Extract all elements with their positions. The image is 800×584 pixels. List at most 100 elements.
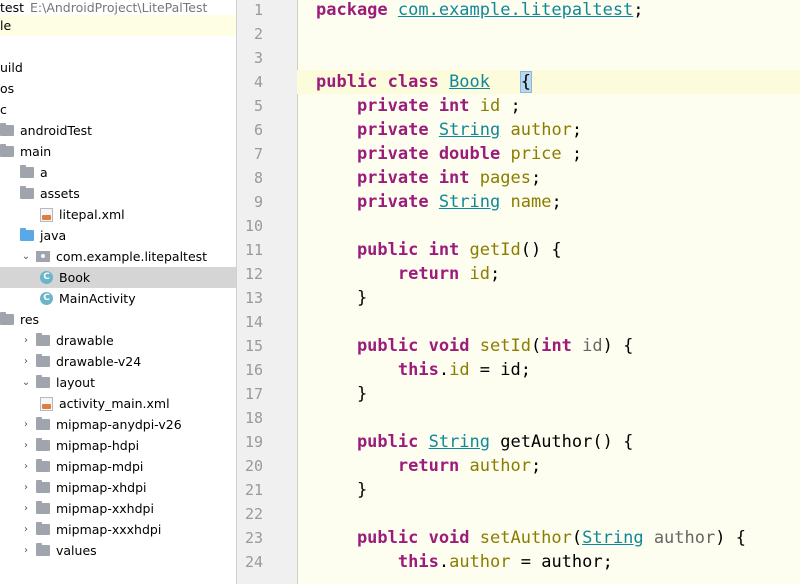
code-token: Book	[449, 72, 491, 92]
chevron-right-icon[interactable]: ›	[20, 498, 32, 519]
folder-icon	[36, 417, 50, 430]
line-number: 3	[253, 49, 263, 67]
tree-item[interactable]: c	[0, 99, 236, 120]
code-line[interactable]	[297, 310, 800, 334]
code-line[interactable]: public int getId() {	[297, 238, 800, 262]
code-line[interactable]	[297, 214, 800, 238]
code-line[interactable]: }	[297, 478, 800, 502]
chevron-right-icon[interactable]: ›	[20, 414, 32, 435]
chevron-right-icon[interactable]: ›	[20, 330, 32, 351]
folder-icon	[0, 123, 14, 136]
code-token: name	[510, 192, 552, 212]
tree-item-label: uild	[0, 60, 23, 75]
tree-item-label: c	[0, 102, 7, 117]
code-token: author	[449, 552, 511, 572]
tree-item-label: mipmap-xxxhdpi	[56, 522, 162, 537]
code-token: this	[316, 552, 439, 572]
tree-item[interactable]: › mipmap-hdpi	[0, 435, 236, 456]
code-token: ;	[530, 168, 542, 188]
folder-icon	[36, 543, 50, 556]
tree-item[interactable]: C MainActivity	[0, 288, 236, 309]
line-number: 13	[244, 289, 263, 307]
code-line[interactable]: this.author = author;	[297, 550, 800, 574]
line-number: 22	[244, 505, 263, 523]
chevron-down-icon[interactable]: ⌄	[20, 246, 32, 267]
code-line[interactable]: private String name;	[297, 190, 800, 214]
tree-item[interactable]: assets	[0, 183, 236, 204]
code-token: ;	[633, 0, 644, 20]
chevron-down-icon[interactable]: ⌄	[20, 372, 32, 393]
code-line[interactable]: }	[297, 382, 800, 406]
tree-item[interactable]: › mipmap-xhdpi	[0, 477, 236, 498]
project-tree-panel[interactable]: test E:\AndroidProject\LitePalTest le uil…	[0, 0, 237, 584]
tree-item[interactable]: C Book	[0, 267, 236, 288]
tree-item[interactable]: androidTest	[0, 120, 236, 141]
code-line[interactable]	[297, 502, 800, 526]
code-line[interactable]	[297, 22, 800, 46]
tree-item[interactable]: a	[0, 162, 236, 183]
code-line[interactable]	[297, 46, 800, 70]
chevron-right-icon[interactable]: ›	[20, 435, 32, 456]
code-token: ;	[561, 144, 583, 164]
code-line[interactable]: return author;	[297, 454, 800, 478]
code-token: .	[438, 360, 450, 380]
class-icon: C	[40, 292, 53, 305]
line-number: 2	[253, 25, 263, 43]
code-line[interactable]: public class Book {	[297, 70, 800, 94]
code-line[interactable]: public void setId(int id) {	[297, 334, 800, 358]
tree-item[interactable]: › mipmap-xxxhdpi	[0, 519, 236, 540]
code-line[interactable]: private int pages;	[297, 166, 800, 190]
tree-item-label: MainActivity	[59, 291, 136, 306]
tree-item[interactable]: java	[0, 225, 236, 246]
code-line[interactable]: }	[297, 286, 800, 310]
tree-item[interactable]: le	[0, 15, 236, 36]
tree-item[interactable]: › mipmap-xxhdpi	[0, 498, 236, 519]
tree-item[interactable]: os	[0, 78, 236, 99]
code-token: return	[316, 456, 470, 476]
code-token: }	[316, 288, 368, 308]
tree-item[interactable]: › mipmap-anydpi-v26	[0, 414, 236, 435]
tree-item[interactable]: res	[0, 309, 236, 330]
code-line[interactable]: this.id = id;	[297, 358, 800, 382]
tree-item[interactable]: uild	[0, 57, 236, 78]
code-line[interactable]: package com.example.litepaltest;	[297, 0, 800, 22]
code-token: int	[541, 336, 583, 356]
chevron-right-icon[interactable]: ›	[20, 540, 32, 561]
chevron-right-icon[interactable]: ›	[20, 519, 32, 540]
code-lines[interactable]: package com.example.litepaltest; public c…	[297, 0, 800, 584]
code-token: = id;	[469, 360, 531, 380]
chevron-right-icon[interactable]: ›	[20, 351, 32, 372]
chevron-right-icon[interactable]: ›	[20, 456, 32, 477]
tree-item[interactable]: ⌄ layout	[0, 372, 236, 393]
code-line[interactable]: public void setAuthor(String author) {	[297, 526, 800, 550]
tree-item[interactable]: › mipmap-mdpi	[0, 456, 236, 477]
tree-item[interactable]	[0, 36, 236, 57]
code-token: ) {	[602, 336, 634, 356]
project-root-row[interactable]: test E:\AndroidProject\LitePalTest	[0, 0, 236, 15]
code-line[interactable]: public String getAuthor() {	[297, 430, 800, 454]
code-token: price	[510, 144, 562, 164]
code-token: setId	[479, 336, 531, 356]
tree-item[interactable]: › drawable-v24	[0, 351, 236, 372]
tree-item[interactable]: main	[0, 141, 236, 162]
tree-item[interactable]: › values	[0, 540, 236, 561]
code-line[interactable]: private String author;	[297, 118, 800, 142]
line-number: 6	[253, 121, 263, 139]
tree-item[interactable]: litepal.xml	[0, 204, 236, 225]
code-line[interactable]: private int id ;	[297, 94, 800, 118]
code-line[interactable]	[297, 406, 800, 430]
folder-icon	[20, 186, 34, 199]
code-token: {	[519, 71, 533, 93]
tree-item-label: drawable	[56, 333, 114, 348]
code-token: id	[469, 264, 491, 284]
chevron-right-icon[interactable]: ›	[20, 477, 32, 498]
code-line[interactable]: private double price ;	[297, 142, 800, 166]
tree-item[interactable]: › drawable	[0, 330, 236, 351]
tree-item[interactable]: ⌄ com.example.litepaltest	[0, 246, 236, 267]
code-token: public	[316, 432, 429, 452]
code-token: String	[438, 120, 501, 140]
code-line[interactable]: return id;	[297, 262, 800, 286]
tree-item[interactable]: activity_main.xml	[0, 393, 236, 414]
tree-item-label: java	[40, 228, 67, 243]
